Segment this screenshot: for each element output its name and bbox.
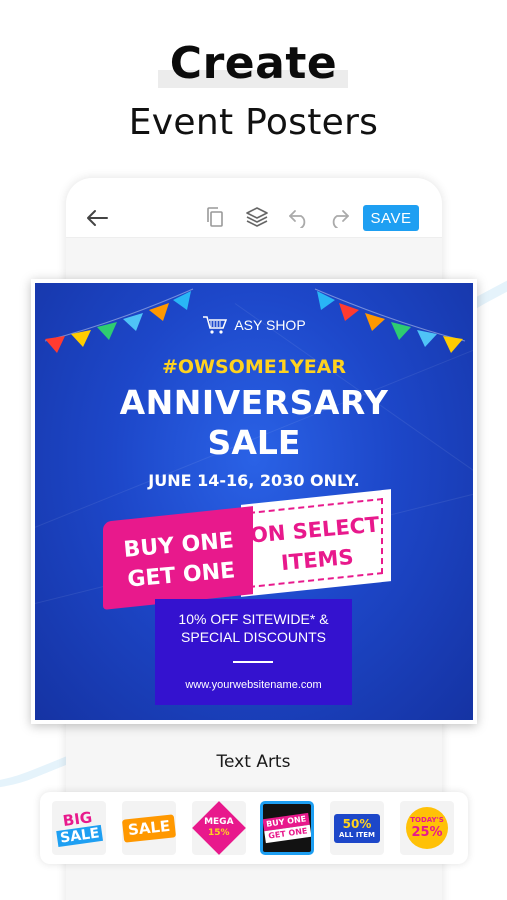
text-art-today-25[interactable]: TODAY'S 25% xyxy=(400,801,454,855)
text-art-big-sale[interactable]: BIG SALE xyxy=(52,801,106,855)
discount-line2: SPECIAL DISCOUNTS xyxy=(181,629,326,645)
poster-canvas[interactable]: ASY SHOP #OWSOME1YEAR ANNIVERSARY SALE J… xyxy=(31,279,477,724)
discount-box: 10% OFF SITEWIDE* & SPECIAL DISCOUNTS ww… xyxy=(155,599,352,705)
redo-icon[interactable] xyxy=(326,205,352,231)
website-url: www.yourwebsitename.com xyxy=(185,679,322,691)
arrow-left-icon[interactable] xyxy=(84,205,110,231)
text-art-mega-discount[interactable]: MEGA 15% xyxy=(192,801,246,855)
shopping-cart-icon xyxy=(203,316,228,334)
discount-line1: 10% OFF SITEWIDE* & xyxy=(178,611,329,627)
shop-brand: ASY SHOP xyxy=(35,315,473,335)
undo-icon[interactable] xyxy=(286,205,312,231)
poster-title-line2: SALE xyxy=(207,423,301,462)
shop-name: ASY SHOP xyxy=(234,317,306,333)
poster-hashtag: #OWSOME1YEAR xyxy=(161,356,347,378)
promo-subtitle: Event Posters xyxy=(128,102,379,143)
divider xyxy=(233,661,273,663)
text-art-fifty-percent[interactable]: 50% ALL ITEM xyxy=(330,801,384,855)
section-label: Text Arts xyxy=(216,752,291,772)
text-arts-strip: BIG SALE SALE MEGA 15% BUY ONE GET ONE 5… xyxy=(40,792,468,864)
text-art-buy-one-get-one[interactable]: BUY ONE GET ONE xyxy=(260,801,314,855)
save-button[interactable]: SAVE xyxy=(363,205,419,231)
text-art-sale-burst[interactable]: SALE xyxy=(122,801,176,855)
poster-title-line1: ANNIVERSARY xyxy=(119,383,389,422)
poster-dates: JUNE 14-16, 2030 ONLY. xyxy=(148,471,360,490)
poster-background: ASY SHOP #OWSOME1YEAR ANNIVERSARY SALE J… xyxy=(35,283,473,720)
copy-icon[interactable] xyxy=(202,204,228,230)
editor-toolbar: SAVE xyxy=(66,178,442,238)
layers-icon[interactable] xyxy=(244,204,270,230)
promo-title: Create xyxy=(169,38,338,89)
